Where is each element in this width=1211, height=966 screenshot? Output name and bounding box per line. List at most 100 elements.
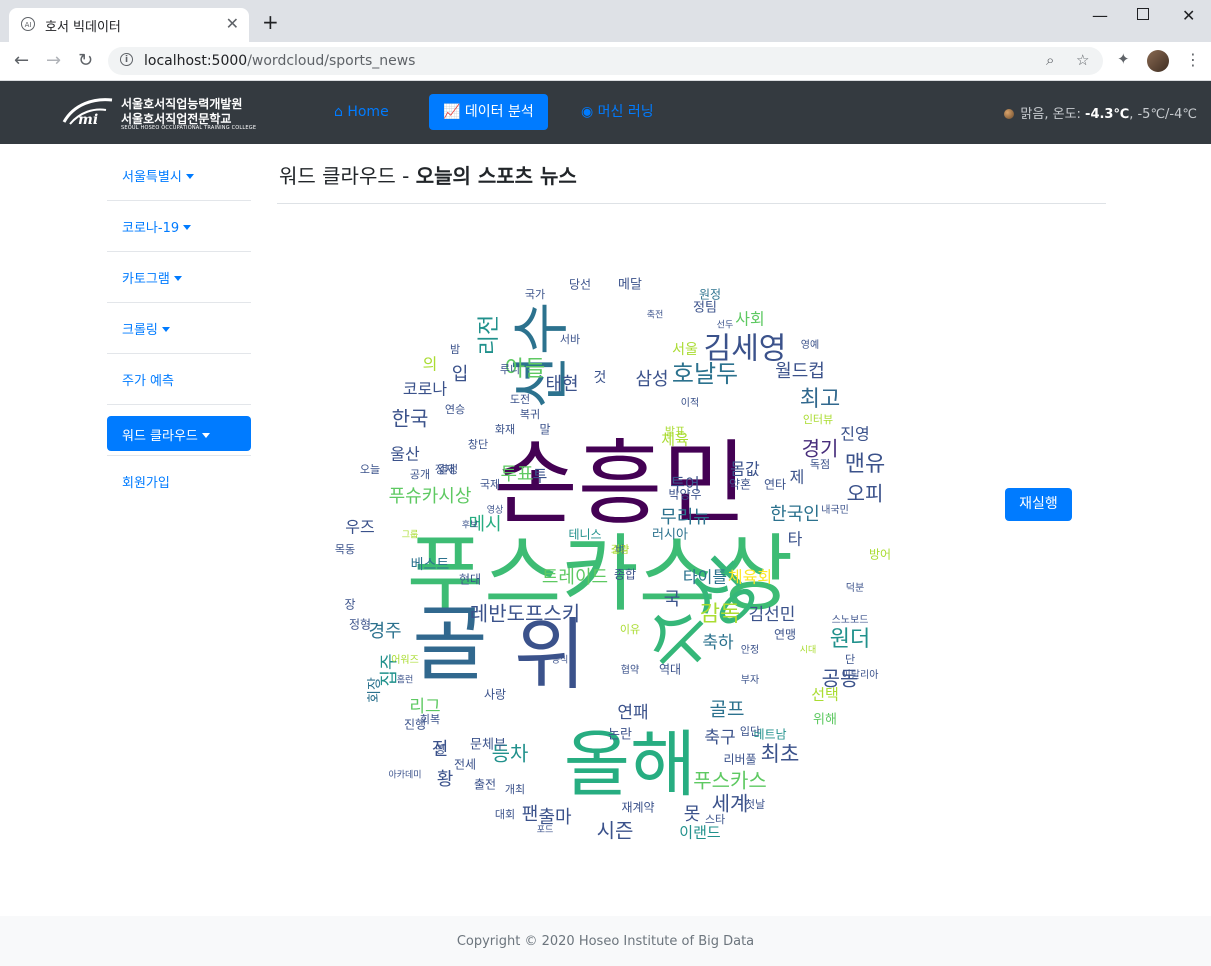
word-cloud-word: 개최: [505, 783, 525, 796]
moon-icon: [1004, 109, 1015, 119]
word-cloud-word: 창단: [468, 438, 488, 451]
svg-text:mi: mi: [78, 112, 98, 128]
sidebar-item-crawling[interactable]: 크롤링: [107, 303, 251, 354]
nav-machine-learning[interactable]: ◉ 머신 러닝: [567, 94, 668, 130]
word-cloud-word: 황: [437, 769, 454, 790]
word-cloud-word: 테니스: [568, 528, 601, 542]
word-cloud-image: 손흥민 푸스카스상 선수 골 위 수상 올해 김세영 리전 아들 호날두 삼성 최고 경기 한국 맨유 오피 푸슈…: [330, 260, 910, 843]
brain-icon: ◉: [581, 104, 594, 120]
word-cloud-word: 월드컵: [775, 361, 825, 382]
word-cloud-word: 부자: [741, 674, 759, 686]
word-cloud-word: 서바: [560, 333, 580, 346]
weather-temp: -4.3℃: [1085, 107, 1130, 122]
word-cloud-word: 울산: [390, 445, 420, 464]
word-cloud-word: 인터뷰: [803, 413, 833, 426]
word-cloud-word: 몸값: [730, 460, 760, 479]
word-cloud-word: 어워즈: [391, 653, 419, 666]
word-cloud-word: 스타: [705, 813, 725, 826]
word-cloud-word: 덕분: [846, 582, 864, 594]
window-close-icon[interactable]: ✕: [1182, 6, 1195, 25]
word-cloud-word: 그룹: [402, 530, 419, 541]
caret-down-icon: [173, 276, 182, 281]
caret-down-icon: [183, 225, 192, 230]
nav-home[interactable]: ⌂ Home: [320, 94, 403, 130]
word-cloud-word: 정형: [349, 618, 371, 632]
maximize-icon[interactable]: [1137, 8, 1149, 20]
url-path: /wordcloud/sports_news: [247, 53, 416, 69]
sidebar-item-label: 주가 예측: [122, 374, 174, 389]
sidebar-item-covid19[interactable]: 코로나-19: [107, 201, 251, 252]
word-cloud-word: 한국인: [770, 504, 820, 525]
tab-close-icon[interactable]: ✕: [226, 14, 239, 33]
word-cloud-word: 역대: [659, 663, 681, 677]
word-cloud-word: 목동: [335, 543, 355, 556]
sidebar-item-cartogram[interactable]: 카토그램: [107, 252, 251, 303]
word-cloud-word: 문체부: [470, 738, 506, 753]
word-cloud-word: 비: [615, 544, 624, 556]
reload-icon[interactable]: ↻: [78, 50, 93, 71]
school-logo-icon[interactable]: mi: [60, 94, 116, 128]
word-cloud-word: 오늘: [360, 463, 380, 476]
browser-tab[interactable]: AI 호서 빅데이터 ✕: [9, 8, 249, 42]
word-cloud-word: 정팀: [693, 301, 717, 316]
word-cloud-word: 최초: [761, 742, 800, 766]
forward-icon[interactable]: →: [46, 50, 61, 71]
url-host: localhost:5000: [144, 53, 248, 69]
site-info-icon[interactable]: i: [120, 53, 133, 66]
word-cloud-svg: 손흥민푸스카스상선수골 위 수상올해김세영리전아들 호날두삼성최고경기한국맨유오피푸슈…: [335, 278, 891, 843]
word-cloud-word: 푸스카스: [693, 769, 767, 793]
profile-avatar[interactable]: [1147, 50, 1169, 72]
zoom-icon[interactable]: ⌕: [1046, 51, 1054, 69]
caret-down-icon: [185, 174, 194, 179]
sidebar-item-stock-prediction[interactable]: 주가 예측: [107, 354, 251, 405]
caret-down-icon: [201, 433, 210, 438]
nav-data-analysis[interactable]: 📈 데이터 분석: [429, 94, 548, 130]
word-cloud-word: 루니: [500, 363, 520, 376]
word-cloud-word: 연맹: [774, 628, 796, 642]
sidebar-item-wordcloud[interactable]: 워드 클라우드: [107, 405, 251, 456]
word-cloud-word: 우즈: [345, 518, 374, 537]
address-bar[interactable]: i localhost:5000/wordcloud/sports_news ⌕…: [108, 47, 1103, 75]
word-cloud-word: 화재: [495, 423, 515, 436]
word-cloud-word: 타이틀: [683, 568, 727, 587]
word-cloud-word: 독점: [810, 458, 830, 471]
word-cloud-word: 진영: [840, 425, 869, 444]
sidebar-item-label: 크롤링: [122, 323, 158, 338]
word-cloud-word: 내국민: [821, 504, 849, 516]
word-cloud-word: 연패: [617, 703, 648, 723]
word-cloud-word: 레반도프스키: [470, 602, 580, 626]
word-cloud-word: 재계약: [621, 800, 654, 815]
bookmark-star-icon[interactable]: ☆: [1076, 51, 1089, 69]
rerun-button[interactable]: 재실행: [1005, 488, 1072, 521]
nav-machine-learning-label: 머신 러닝: [597, 104, 654, 120]
chart-icon: 📈: [443, 104, 461, 120]
title-divider: [277, 203, 1106, 204]
nav-data-analysis-label: 데이터 분석: [464, 104, 534, 120]
sidebar-item-label: 코로나-19: [122, 221, 180, 236]
sidebar-item-signup[interactable]: 회원가입: [107, 456, 251, 506]
minimize-icon[interactable]: —: [1092, 6, 1108, 25]
word-cloud-word: 시대: [800, 645, 817, 656]
extensions-icon[interactable]: ✦: [1117, 50, 1130, 68]
word-cloud-word: 경기: [802, 437, 839, 461]
nav-home-label: Home: [347, 104, 389, 120]
word-cloud-word: 말: [539, 423, 550, 437]
sidebar-item-label: 회원가입: [122, 476, 170, 491]
word-cloud-word: 선두: [717, 320, 734, 331]
word-cloud-word: 장: [344, 598, 355, 612]
word-cloud-word: 태현: [545, 374, 578, 395]
url-text[interactable]: localhost:5000/wordcloud/sports_news: [144, 53, 415, 69]
word-cloud-word: 아카데미: [388, 770, 421, 781]
word-cloud-word: 논란: [608, 728, 632, 743]
word-cloud-word: 투표: [500, 464, 533, 485]
word-cloud-word: 한국: [392, 407, 429, 431]
menu-icon[interactable]: ⋮: [1185, 50, 1201, 69]
new-tab-icon[interactable]: +: [262, 12, 279, 32]
word-cloud-word: 스노보드: [832, 614, 869, 626]
word-cloud-word: 리버풀: [723, 753, 756, 767]
word-cloud-word: 종합: [614, 568, 636, 582]
word-cloud-word: 안정: [741, 644, 759, 656]
back-icon[interactable]: ←: [14, 50, 29, 71]
sidebar-item-seoul[interactable]: 서울특별시: [107, 150, 251, 201]
word-cloud-word: 세계: [712, 792, 749, 816]
